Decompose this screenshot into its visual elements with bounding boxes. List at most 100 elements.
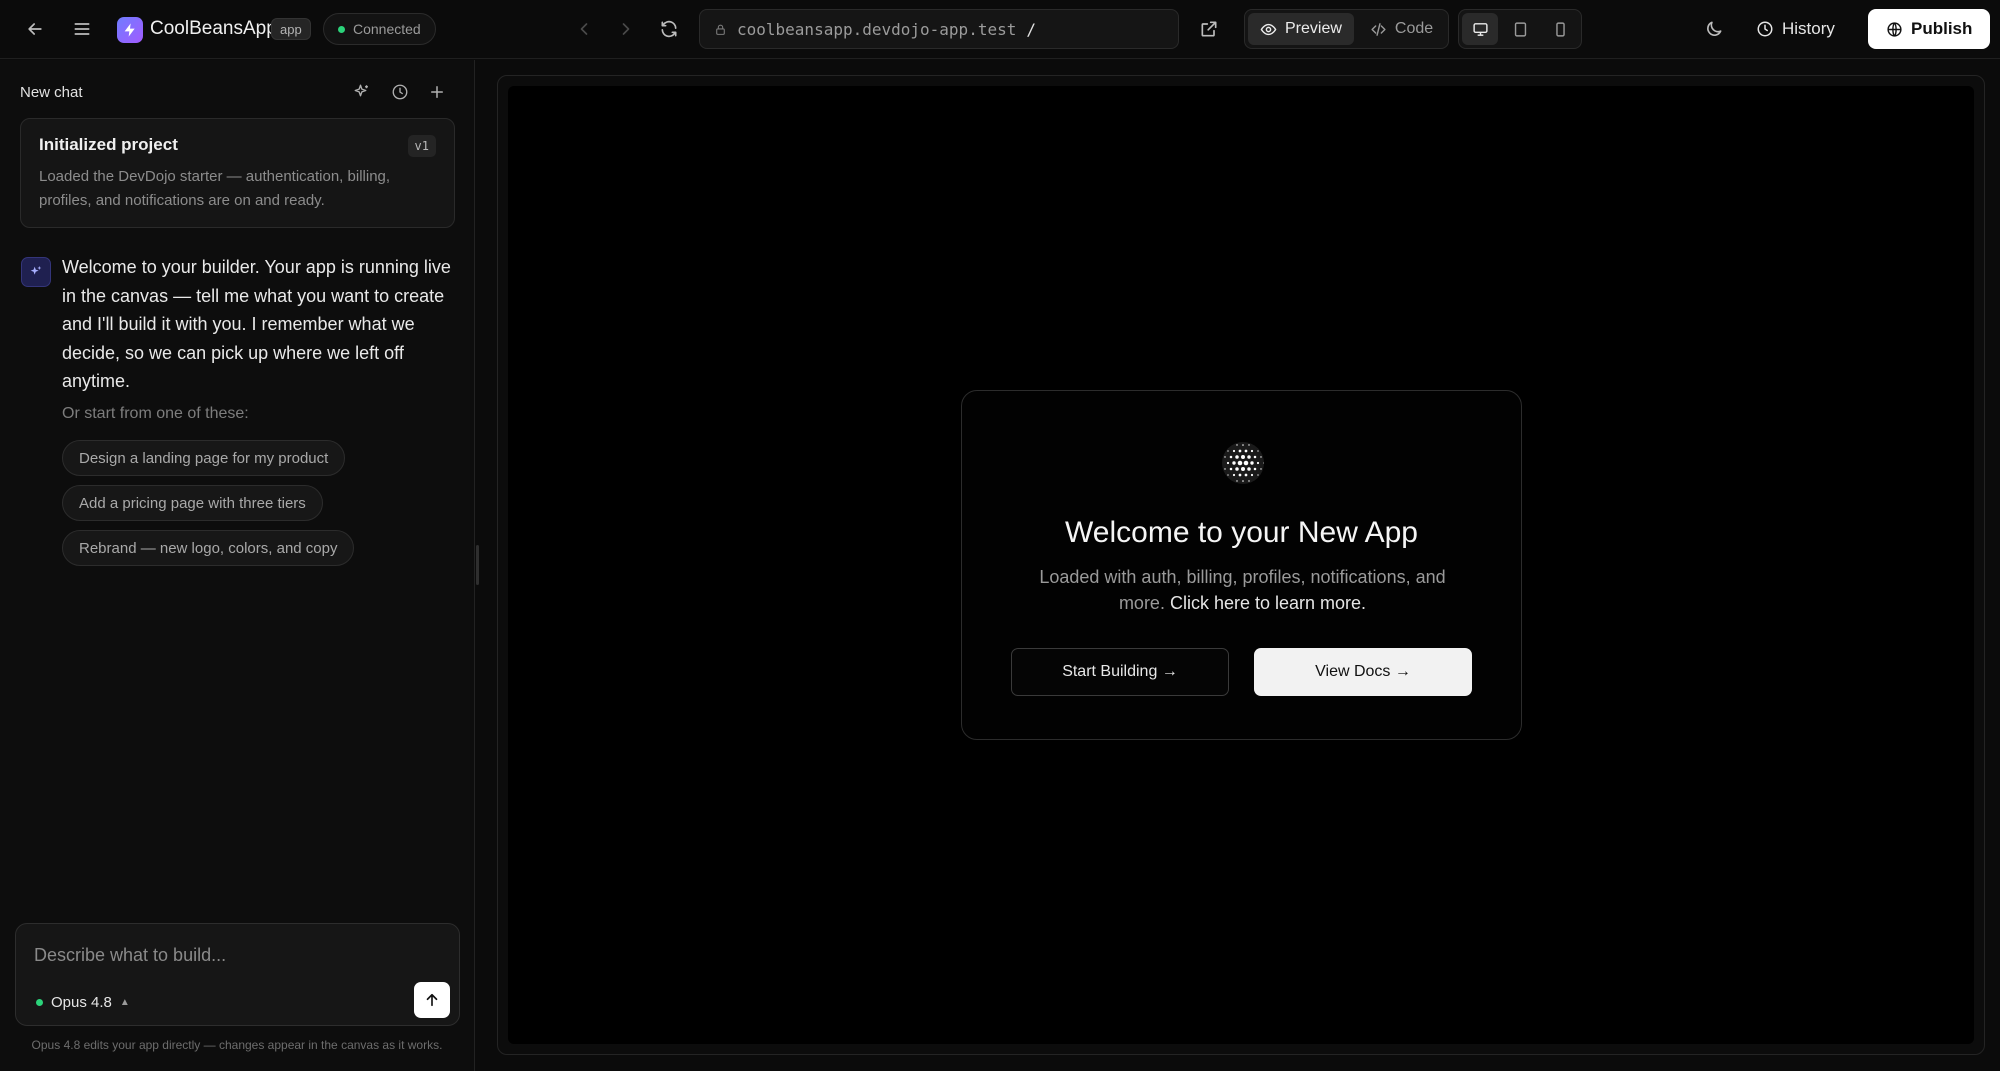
monitor-icon xyxy=(1472,22,1488,36)
sparkle-icon[interactable] xyxy=(349,79,375,105)
connection-status-text: Connected xyxy=(353,21,421,37)
globe-dot xyxy=(1227,474,1229,476)
resize-handle[interactable] xyxy=(476,545,479,585)
code-tab[interactable]: Code xyxy=(1358,13,1445,45)
app-logo-bolt-icon xyxy=(117,17,143,43)
app-type-badge: app xyxy=(271,18,311,40)
globe-dot xyxy=(1253,467,1257,471)
globe-dot xyxy=(1236,444,1238,446)
globe-dot xyxy=(1257,474,1259,476)
globe-dot xyxy=(1256,461,1260,465)
code-tab-label: Code xyxy=(1394,20,1434,37)
suggestion-chip-rebrand[interactable]: Rebrand — new logo, colors, and copy xyxy=(62,530,355,566)
new-chat-plus-icon[interactable] xyxy=(424,79,450,105)
globe-dot xyxy=(1244,473,1248,477)
globe-dot xyxy=(1248,444,1250,446)
globe-dot xyxy=(1257,450,1259,452)
model-status-dot-icon xyxy=(36,998,43,1006)
globe-dot xyxy=(1247,467,1251,471)
top-bar: CoolBeansApp app Connected coolbeansapp.… xyxy=(0,0,2000,59)
status-dot-icon xyxy=(338,25,345,33)
chat-composer: Opus 4.8 ▲ xyxy=(15,923,460,1026)
app-name: CoolBeansApp xyxy=(150,18,277,39)
dark-mode-moon-icon[interactable] xyxy=(1697,12,1731,46)
back-arrow-icon[interactable] xyxy=(18,12,52,46)
dotted-globe-logo-icon xyxy=(1222,442,1264,484)
device-size-toggle xyxy=(1458,9,1582,49)
globe-dot xyxy=(1250,473,1254,477)
preview-tab[interactable]: Preview xyxy=(1248,13,1354,45)
composer-footnote: Opus 4.8 edits your app directly — chang… xyxy=(31,1038,443,1052)
mobile-view-button[interactable] xyxy=(1542,13,1578,45)
globe-dot xyxy=(1229,455,1233,459)
chevron-up-icon: ▲ xyxy=(119,996,130,1008)
globe-dot xyxy=(1237,460,1243,466)
phone-icon xyxy=(1555,21,1565,37)
lock-icon xyxy=(716,24,725,35)
model-name: Opus 4.8 xyxy=(51,993,112,1011)
browser-back-chevron-icon[interactable] xyxy=(567,12,601,46)
welcome-subtitle: Loaded with auth, billing, profiles, not… xyxy=(1022,564,1463,616)
refresh-icon[interactable] xyxy=(652,12,686,46)
prompt-input[interactable] xyxy=(34,940,434,970)
globe-dot xyxy=(1224,456,1226,458)
globe-dot xyxy=(1260,456,1262,458)
globe-dot xyxy=(1238,473,1242,477)
eye-icon xyxy=(1260,23,1277,35)
chat-history-clock-icon[interactable] xyxy=(387,79,413,105)
suggestion-chip-pricing[interactable]: Add a pricing page with three tiers xyxy=(62,485,323,521)
arrow-up-icon xyxy=(426,993,438,1007)
publish-label: Publish xyxy=(1911,19,1973,38)
tablet-view-button[interactable] xyxy=(1502,13,1538,45)
clock-icon xyxy=(1757,21,1773,37)
globe-dot xyxy=(1248,480,1250,482)
code-brackets-icon xyxy=(1371,22,1386,36)
browser-forward-chevron-icon[interactable] xyxy=(609,12,643,46)
menu-icon[interactable] xyxy=(65,12,99,46)
view-docs-button[interactable]: View Docs → xyxy=(1254,648,1472,696)
globe-dot xyxy=(1242,444,1244,446)
suggestion-chip-landing[interactable]: Design a landing page for my product xyxy=(62,440,346,476)
history-button[interactable]: History xyxy=(1746,11,1845,47)
globe-dot xyxy=(1224,468,1226,470)
initialized-project-card: Initialized project v1 Loaded the DevDoj… xyxy=(20,118,455,228)
globe-dot xyxy=(1226,461,1230,465)
globe-dot xyxy=(1241,467,1245,471)
assistant-sparkle-icon xyxy=(21,257,51,287)
send-button[interactable] xyxy=(414,982,450,1018)
assistant-message: Welcome to your builder. Your app is run… xyxy=(62,257,451,391)
chat-title: New chat xyxy=(20,84,83,101)
connection-status-pill: Connected xyxy=(323,13,436,45)
globe-icon xyxy=(1887,21,1902,37)
globe-dot xyxy=(1247,455,1251,459)
globe-dot xyxy=(1236,480,1238,482)
init-card-title: Initialized project xyxy=(39,135,178,154)
preview-tab-label: Preview xyxy=(1285,20,1342,37)
version-badge: v1 xyxy=(407,135,436,157)
globe-dot xyxy=(1250,461,1254,465)
start-hint: Or start from one of these: xyxy=(62,405,249,422)
learn-more-link[interactable]: Click here to learn more. xyxy=(1170,593,1366,613)
desktop-view-button[interactable] xyxy=(1462,13,1498,45)
tablet-icon xyxy=(1514,21,1526,37)
globe-dot xyxy=(1263,462,1264,464)
view-mode-toggle: Preview Code xyxy=(1244,9,1450,49)
open-external-icon[interactable] xyxy=(1192,12,1226,46)
url-host: coolbeansapp.devdojo-app.test xyxy=(737,19,1017,39)
globe-dot xyxy=(1227,450,1229,452)
model-selector[interactable]: Opus 4.8 ▲ xyxy=(36,988,130,1016)
globe-dot xyxy=(1243,460,1249,466)
globe-dot xyxy=(1232,473,1236,477)
globe-dot xyxy=(1232,461,1236,465)
welcome-card: Welcome to your New App Loaded with auth… xyxy=(961,390,1522,740)
url-bar[interactable]: coolbeansapp.devdojo-app.test / xyxy=(699,9,1179,49)
publish-button[interactable]: Publish xyxy=(1868,9,1991,49)
globe-dot xyxy=(1250,449,1254,453)
globe-dot xyxy=(1242,480,1244,482)
welcome-title: Welcome to your New App xyxy=(1065,516,1418,549)
globe-dot xyxy=(1232,449,1236,453)
globe-dot xyxy=(1238,449,1242,453)
globe-dot xyxy=(1260,468,1262,470)
sidebar-divider xyxy=(474,60,475,1071)
start-building-button[interactable]: Start Building → xyxy=(1011,648,1229,696)
